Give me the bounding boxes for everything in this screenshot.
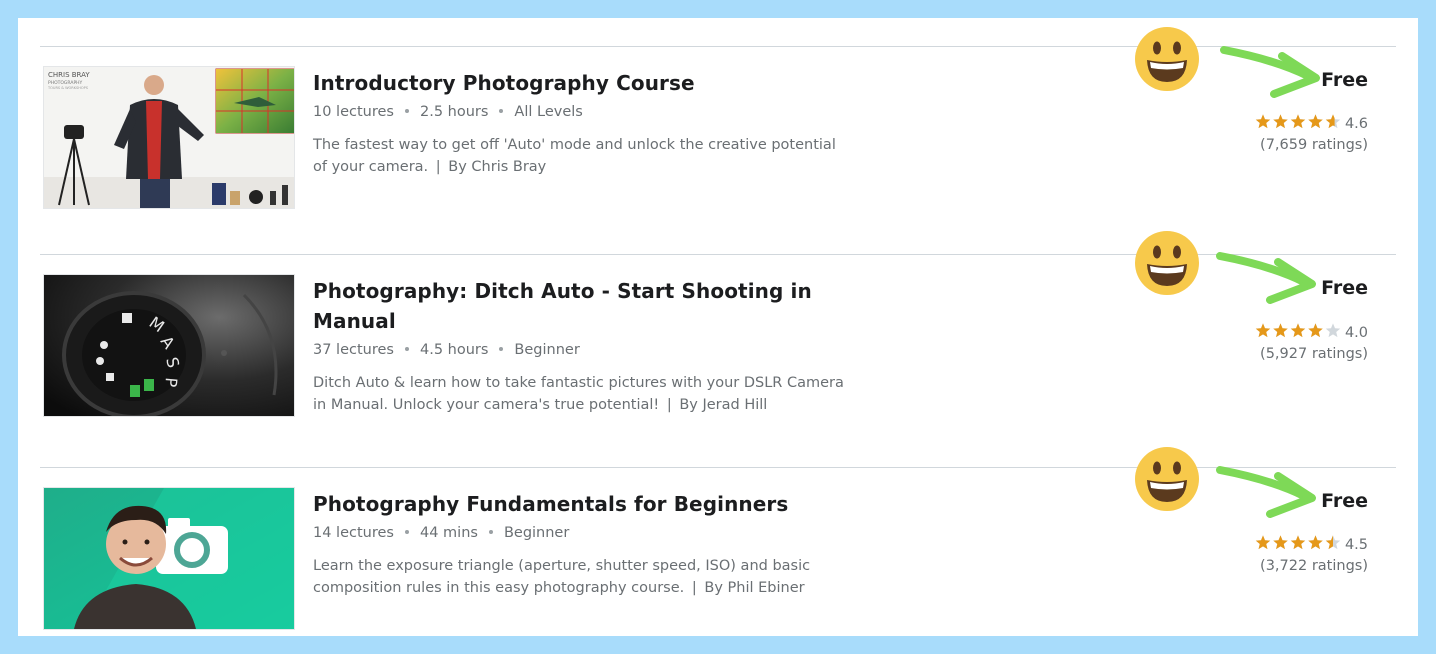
thumbnail-brand: CHRIS BRAY [48,71,90,79]
course-thumbnail[interactable] [43,487,295,630]
course-level: Beginner [514,342,580,358]
rating-value: 4.0 [1344,325,1368,341]
course-price: Free [1321,277,1368,299]
course-price: Free [1321,490,1368,512]
course-author: By Chris Bray [448,159,547,175]
star-icon [1290,323,1306,338]
thumbnail-image: CHRIS BRAY PHOTOGRAPHY TOURS & WORKSHOPS [44,67,294,208]
star-rating [1255,535,1341,550]
star-rating [1255,114,1341,129]
star-icon [1255,535,1271,550]
thumbnail-image: M A S P [44,275,294,416]
course-duration: 44 mins [419,525,478,541]
course-info: Photography Fundamentals for Beginners 1… [313,489,853,599]
course-title[interactable]: Photography: Ditch Auto - Start Shooting… [313,276,853,336]
svg-text:TOURS & WORKSHOPS: TOURS & WORKSHOPS [47,86,89,90]
smiley-icon [1135,447,1199,511]
course-description: The fastest way to get off 'Auto' mode a… [313,137,836,175]
star-icon [1255,114,1271,129]
course-duration: 4.5 hours [419,342,489,358]
course-rating: 4.6 (7,659 ratings) [1255,114,1368,156]
star-icon [1273,114,1288,129]
rating-value: 4.5 [1344,537,1368,553]
meta-dot [404,346,409,351]
course-lectures: 10 lectures [313,104,394,120]
course-lectures: 37 lectures [313,342,394,358]
smiley-icon [1135,231,1199,295]
course-thumbnail[interactable]: CHRIS BRAY PHOTOGRAPHY TOURS & WORKSHOPS [43,66,295,209]
course-card-3[interactable]: Photography Fundamentals for Beginners 1… [18,467,1418,636]
course-level: Beginner [503,525,570,541]
meta-dot [499,346,504,351]
star-icon [1325,535,1341,550]
course-duration: 2.5 hours [419,104,489,120]
course-meta: 14 lectures 44 mins Beginner [313,523,853,543]
course-info: Photography: Ditch Auto - Start Shooting… [313,276,853,416]
star-icon [1325,114,1341,129]
meta-dot [499,108,504,113]
rating-value: 4.6 [1344,116,1368,132]
course-rating: 4.0 (5,927 ratings) [1255,323,1368,365]
course-level: All Levels [514,104,583,120]
star-icon [1325,323,1341,338]
star-icon [1273,535,1288,550]
course-author: By Phil Ebiner [704,580,805,596]
smiley-icon [1135,27,1199,91]
course-price: Free [1321,69,1368,91]
star-icon [1308,323,1323,338]
thumbnail-image [44,488,294,629]
course-title[interactable]: Photography Fundamentals for Beginners [313,489,853,519]
course-meta: 37 lectures 4.5 hours Beginner [313,340,853,360]
ratings-count: (7,659 ratings) [1260,137,1368,153]
course-rating: 4.5 (3,722 ratings) [1255,535,1368,577]
course-description: Learn the exposure triangle (aperture, s… [313,558,811,596]
course-title[interactable]: Introductory Photography Course [313,68,853,98]
ratings-count: (3,722 ratings) [1260,558,1368,574]
course-meta: 10 lectures 2.5 hours All Levels [313,102,853,122]
course-card-1[interactable]: CHRIS BRAY PHOTOGRAPHY TOURS & WORKSHOPS [18,46,1418,246]
course-lectures: 14 lectures [313,525,394,541]
course-thumbnail[interactable]: M A S P [43,274,295,417]
svg-text:P: P [161,377,181,389]
star-icon [1308,114,1323,129]
star-icon [1255,323,1271,338]
meta-dot [488,529,493,534]
star-icon [1273,323,1288,338]
meta-dot [404,108,409,113]
arrow-icon [1216,466,1316,518]
star-rating [1255,323,1341,338]
course-author: By Jerad Hill [679,397,768,413]
ratings-count: (5,927 ratings) [1260,346,1368,362]
star-icon [1290,535,1306,550]
meta-dot [404,529,409,534]
course-info: Introductory Photography Course 10 lectu… [313,68,853,178]
star-icon [1308,535,1323,550]
course-card-2[interactable]: M A S P Photography: Ditch Auto - Start … [18,254,1418,454]
course-list-panel: CHRIS BRAY PHOTOGRAPHY TOURS & WORKSHOPS [18,18,1418,636]
star-icon [1290,114,1306,129]
course-description: Ditch Auto & learn how to take fantastic… [313,375,844,413]
arrow-icon [1220,46,1320,98]
arrow-icon [1216,252,1316,304]
